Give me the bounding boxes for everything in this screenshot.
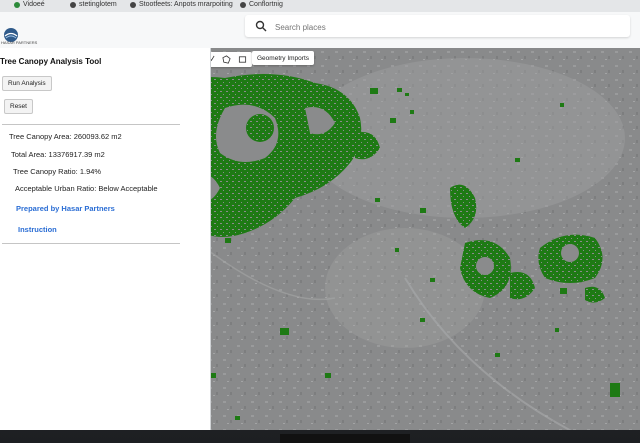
browser-tab[interactable]: Conflortnig [240, 0, 283, 9]
analysis-panel: Tree Canopy Analysis Tool Run Analysis R… [0, 48, 211, 430]
search-bar[interactable] [245, 15, 630, 37]
acceptable-urban-ratio: Acceptable Urban Ratio: Below Acceptable [15, 184, 158, 193]
polygon-icon[interactable] [222, 55, 232, 65]
geometry-imports-label: Geometry Imports [257, 54, 310, 62]
tab-favicon-icon [240, 1, 246, 8]
panel-title: Tree Canopy Analysis Tool [0, 57, 102, 66]
browser-screen: Vidoeé stetinglotem Stootfeets: Anpots m… [0, 0, 640, 430]
reset-button[interactable]: Reset [4, 99, 33, 114]
total-area: Total Area: 13376917.39 m2 [11, 150, 105, 159]
tree-canopy-area: Tree Canopy Area: 260093.62 m2 [9, 132, 122, 141]
prepared-by-link[interactable]: Prepared by Hasar Partners [16, 204, 115, 213]
tree-canopy-ratio: Tree Canopy Ratio: 1.94% [13, 167, 102, 176]
tab-favicon-icon [130, 1, 136, 8]
search-input[interactable] [273, 18, 617, 36]
browser-tab-bar: Vidoeé stetinglotem Stootfeets: Anpots m… [0, 0, 640, 12]
run-analysis-button[interactable]: Run Analysis [2, 76, 52, 91]
canopy-map-layer [165, 48, 640, 430]
tab-label: stetinglotem [79, 1, 117, 8]
browser-tab[interactable]: stetinglotem [70, 0, 117, 9]
instruction-link[interactable]: Instruction [18, 225, 57, 234]
monitor-stand [280, 434, 410, 443]
tab-label: Stootfeets: Anpots mrarpoiting [139, 1, 233, 8]
search-icon [255, 20, 267, 32]
tab-favicon-icon [14, 1, 20, 8]
tab-label: Conflortnig [249, 1, 283, 8]
logo-text: HASAR PARTNERS [1, 40, 38, 45]
geometry-imports-button[interactable]: Geometry Imports [252, 51, 315, 65]
rectangle-icon[interactable] [237, 55, 247, 65]
browser-tab[interactable]: Stootfeets: Anpots mrarpoiting [130, 0, 233, 9]
map-canvas[interactable] [165, 48, 640, 430]
tab-label: Vidoeé [23, 1, 45, 8]
browser-tab[interactable]: Vidoeé [14, 0, 45, 9]
tab-favicon-icon [70, 1, 76, 8]
